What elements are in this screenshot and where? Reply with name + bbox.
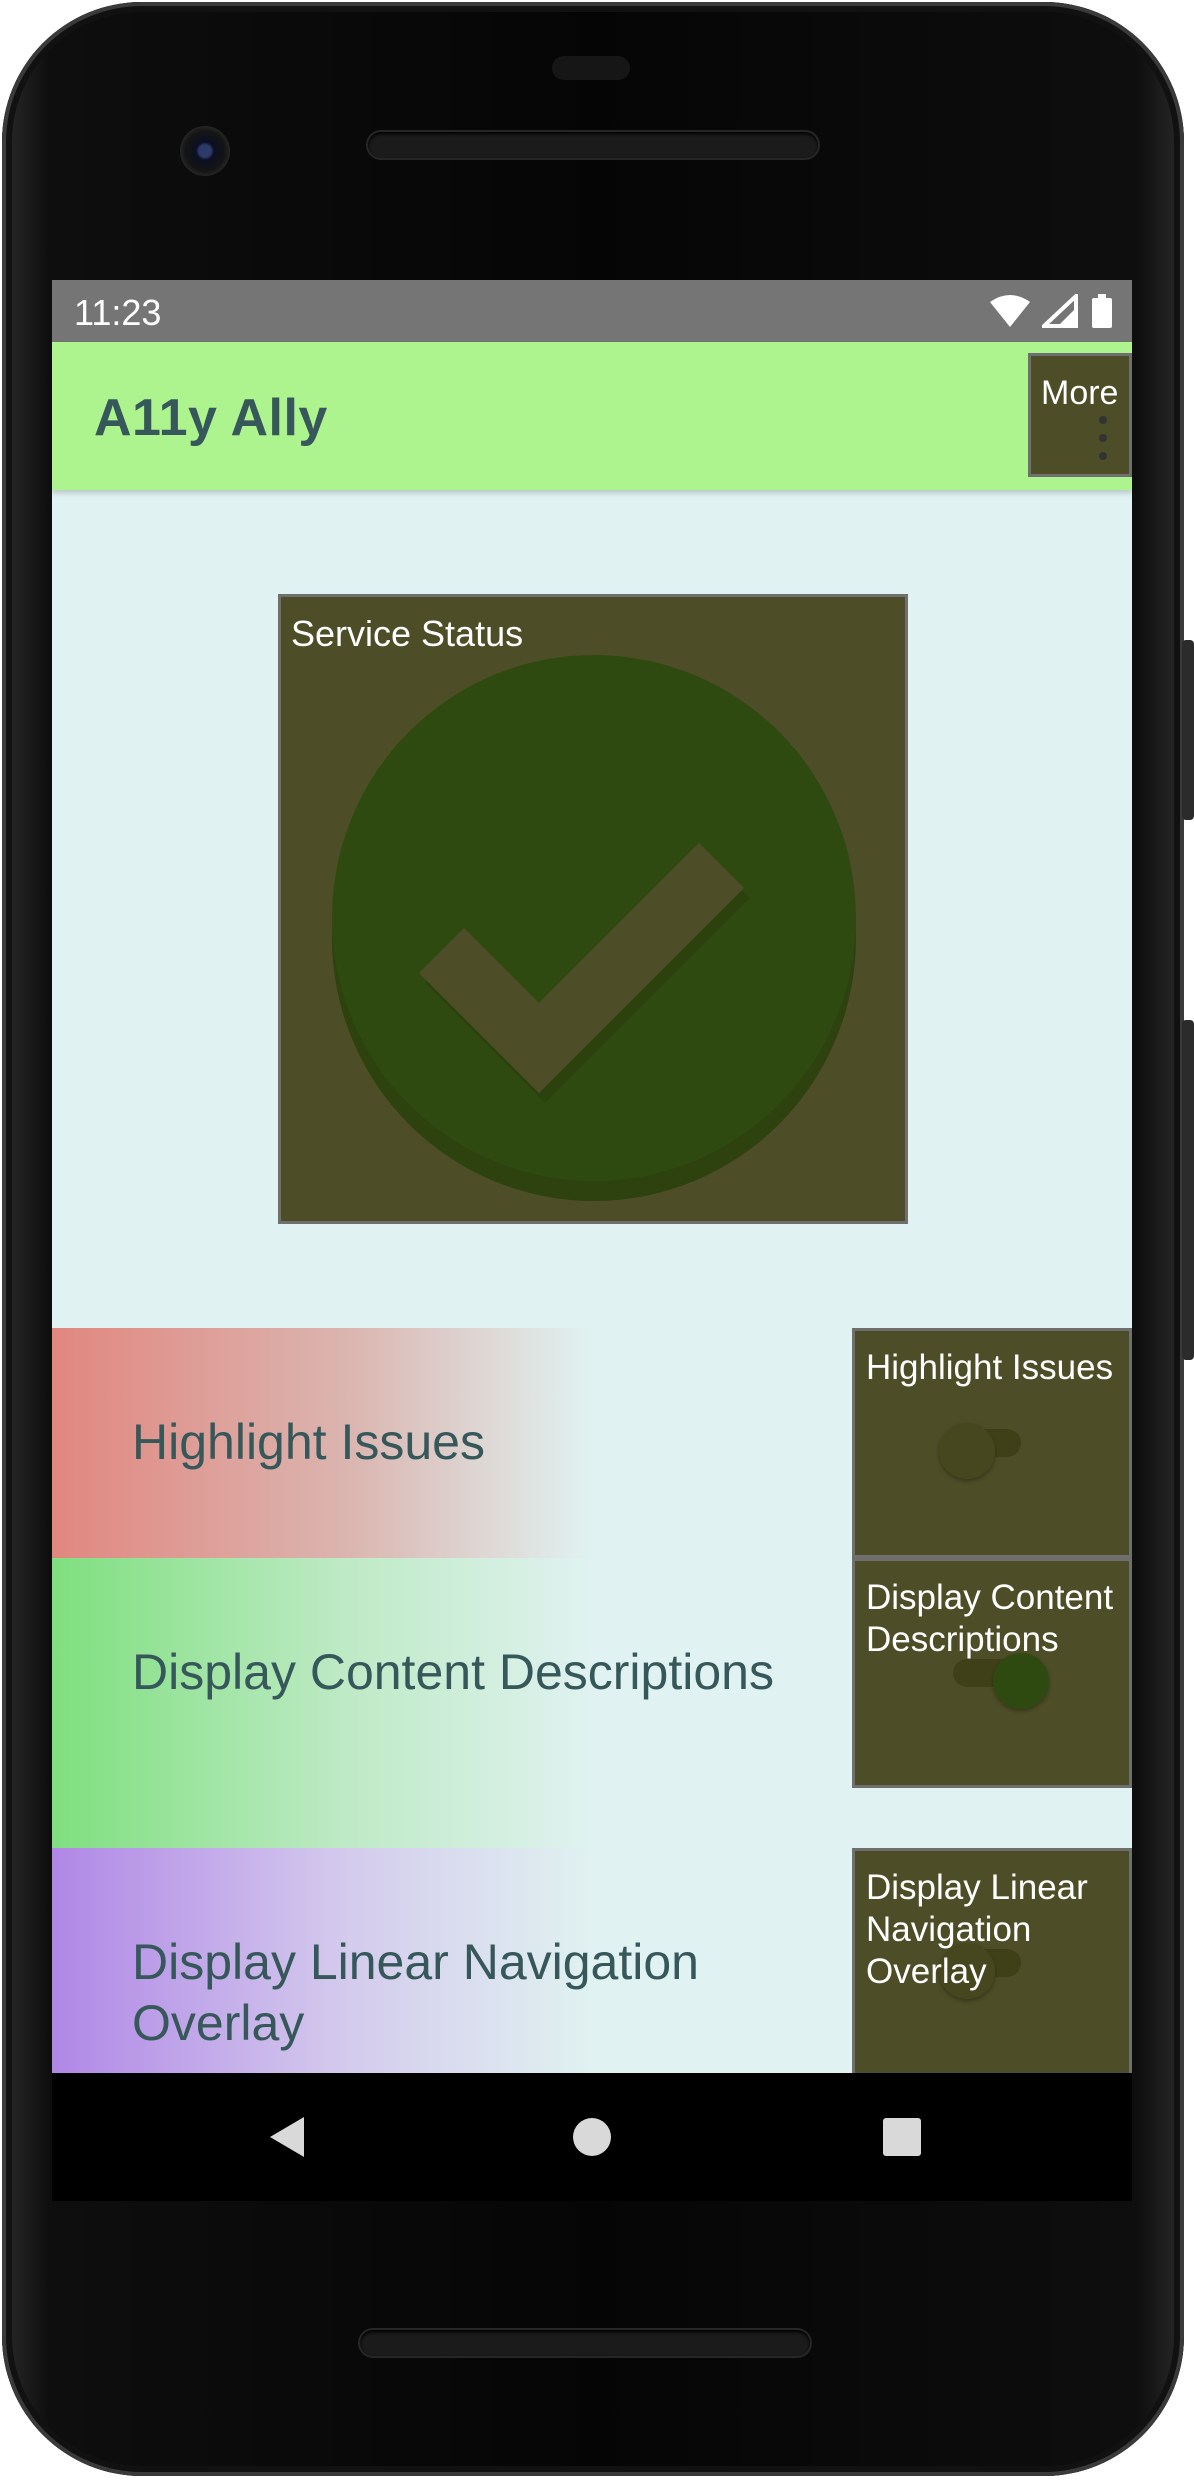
recents-icon[interactable] (872, 2107, 932, 2167)
bottom-speaker (360, 2330, 810, 2356)
front-camera (180, 126, 230, 176)
toggle-knob (939, 1423, 995, 1479)
service-status-button[interactable]: Service Status (278, 594, 908, 1224)
display-linear-navigation-overlay-toggle-label: Display Linear Navigation Overlay (866, 1868, 1088, 1991)
setting-label-highlight-issues: Highlight Issues (132, 1414, 485, 1470)
highlight-issues-toggle-label: Highlight Issues (866, 1348, 1114, 1387)
status-bar: 11:23 (52, 280, 1132, 342)
row-color-band (52, 1558, 592, 1848)
volume-button (1182, 1020, 1194, 1360)
toggle-knob (993, 1653, 1049, 1709)
battery-icon (1092, 294, 1112, 328)
display-content-descriptions-toggle[interactable]: Display Content Descriptions (852, 1558, 1132, 1788)
more-options-button[interactable]: More (1028, 353, 1132, 477)
overflow-menu-icon (1099, 416, 1107, 470)
proximity-sensor (552, 56, 630, 80)
app-bar: A11y Ally (52, 342, 1132, 490)
home-icon[interactable] (562, 2107, 622, 2167)
display-content-descriptions-toggle-label: Display Content Descriptions (866, 1578, 1114, 1659)
app-title: A11y Ally (94, 389, 328, 447)
screen: 11:23 A11y Ally More Service Status High… (52, 280, 1132, 2073)
setting-label-display-content-descriptions: Display Content Descriptions (132, 1644, 774, 1700)
highlight-issues-toggle[interactable]: Highlight Issues (852, 1328, 1132, 1558)
status-icons (989, 294, 1114, 328)
display-linear-navigation-overlay-toggle[interactable]: Display Linear Navigation Overlay (852, 1848, 1132, 2073)
back-icon[interactable] (258, 2107, 318, 2167)
earpiece-speaker (368, 132, 818, 158)
more-options-label: More (1041, 374, 1119, 412)
check-circle-icon (332, 655, 856, 1201)
status-time: 11:23 (74, 292, 162, 333)
wifi-icon (990, 295, 1031, 327)
power-button (1182, 640, 1194, 820)
navigation-bar (52, 2073, 1132, 2201)
cellular-signal-icon (1041, 294, 1078, 328)
setting-label-display-linear-navigation-overlay: Display Linear Navigation Overlay (132, 1934, 699, 2051)
